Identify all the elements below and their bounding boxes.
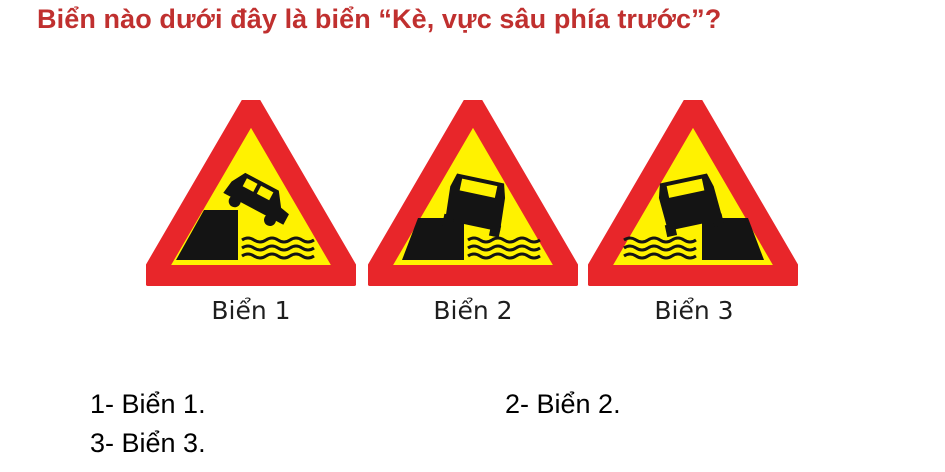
sign-1-label: Biển 1 [211, 296, 291, 325]
sign-2-label: Biển 2 [433, 296, 513, 325]
sign-3-label: Biển 3 [654, 296, 734, 325]
sign-2 [368, 100, 578, 286]
embankment-left-car-falling-icon [368, 100, 578, 286]
answer-option-3[interactable]: 3- Biển 3. [90, 428, 206, 459]
embankment-left-car-tilting-right-icon [146, 100, 356, 286]
answer-option-2[interactable]: 2- Biển 2. [505, 389, 621, 420]
sign-3 [588, 100, 798, 286]
question-title: Biển nào dưới đây là biển “Kè, vực sâu p… [37, 4, 722, 34]
embankment-right-car-falling-icon [588, 100, 798, 286]
sign-1 [146, 100, 356, 286]
answer-option-1[interactable]: 1- Biển 1. [90, 389, 206, 420]
